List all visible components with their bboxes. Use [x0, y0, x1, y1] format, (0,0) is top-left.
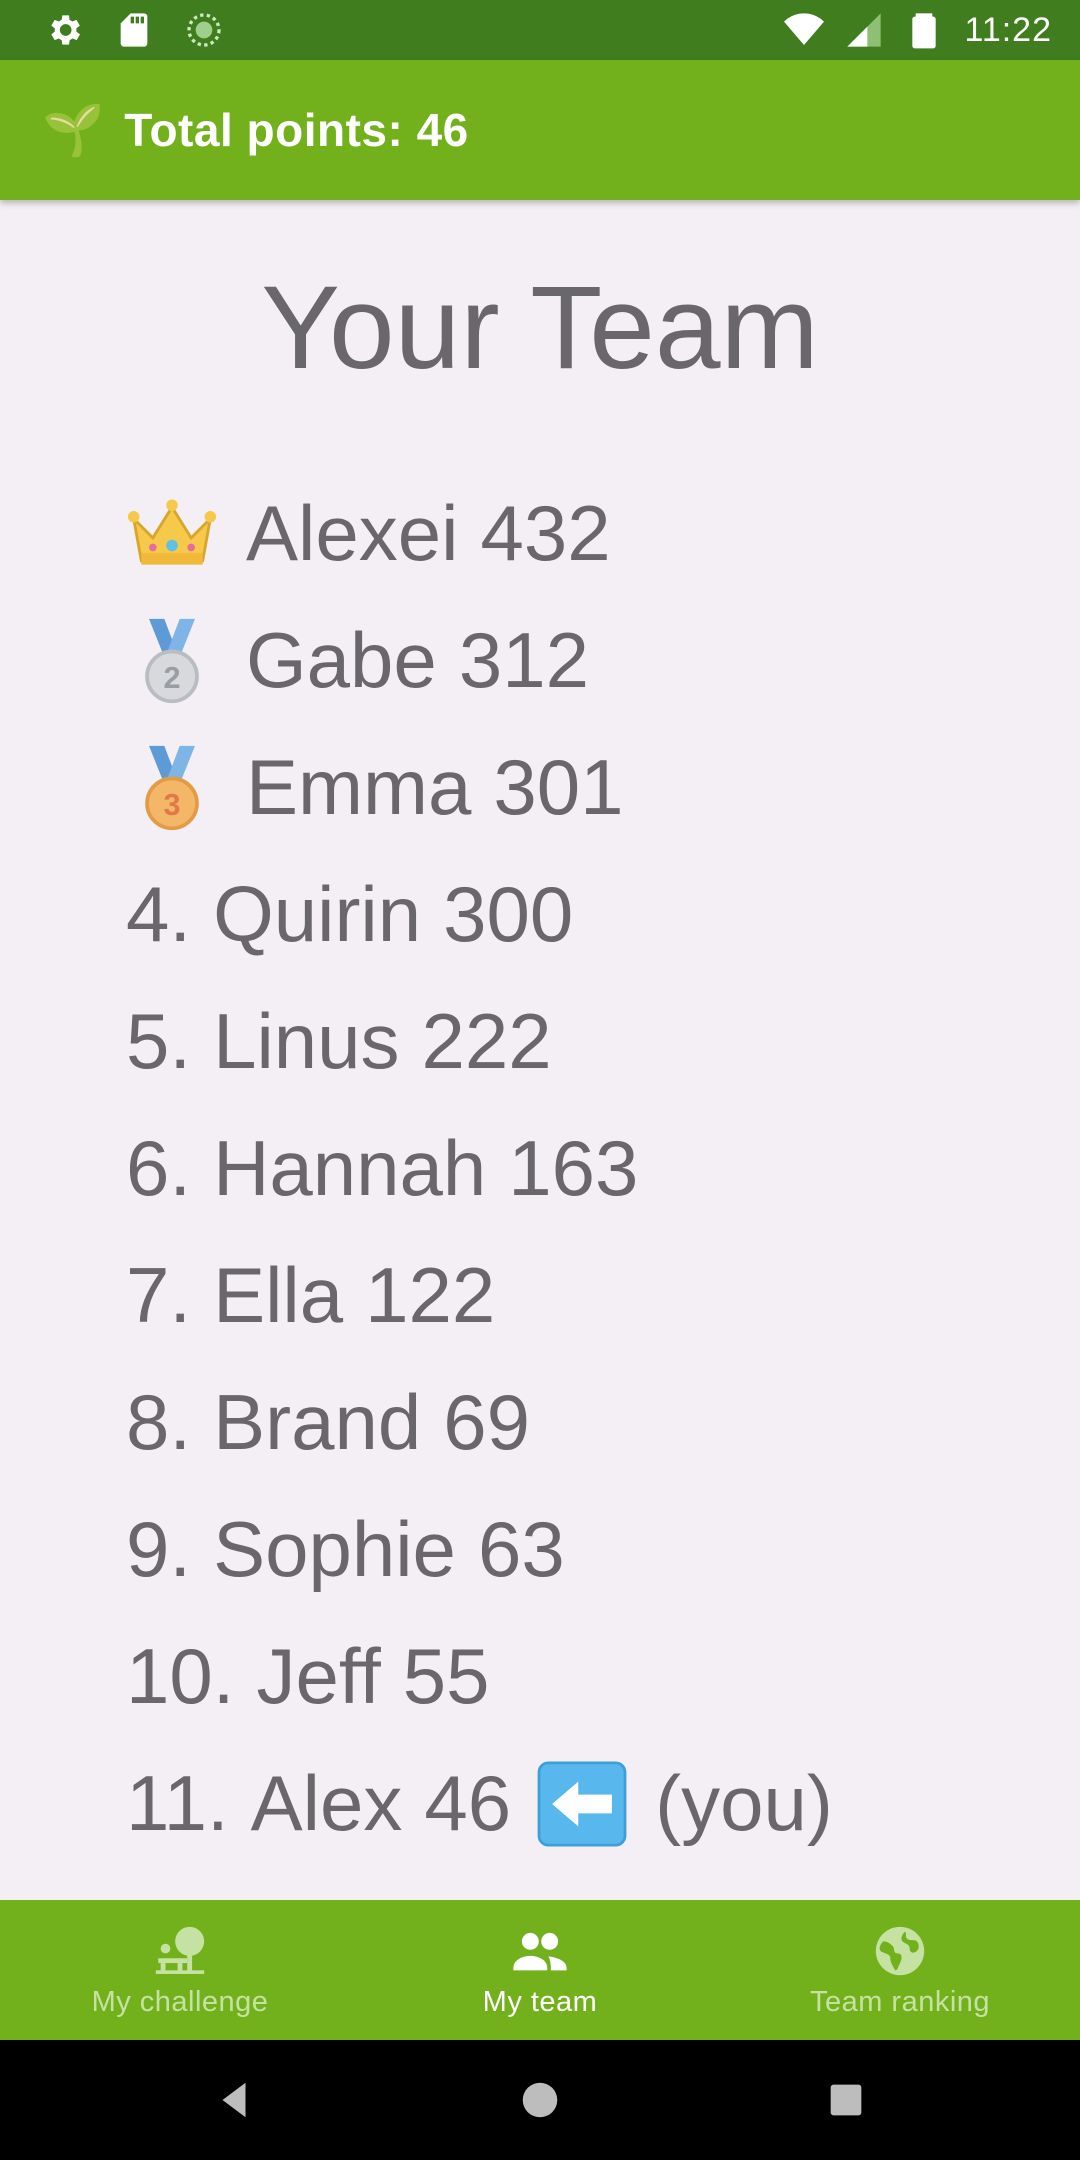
bottom-navigation: My challenge My team Team ranking	[0, 1900, 1080, 2040]
member-points: 122	[365, 1251, 496, 1339]
nav-team-ranking[interactable]: Team ranking	[720, 1900, 1080, 2040]
leaderboard-row-4: 4. Quirin 300	[126, 851, 833, 978]
leaderboard-row-6: 6. Hannah 163	[126, 1105, 833, 1232]
leaderboard-row-1: Alexei 432	[126, 470, 833, 597]
member-points: 46	[424, 1759, 512, 1847]
wifi-icon	[784, 13, 825, 45]
member-rank: 7.	[126, 1251, 192, 1339]
leaderboard-row-7: 7. Ella 122	[126, 1232, 833, 1359]
leaderboard-row-10: 10. Jeff 55	[126, 1613, 833, 1740]
member-rank: 10.	[126, 1632, 235, 1720]
member-name: Jeff	[256, 1632, 381, 1720]
svg-text:3: 3	[163, 787, 180, 821]
left-arrow-icon	[537, 1760, 627, 1847]
status-right: 11:22	[784, 10, 1052, 50]
member-name: Brand	[213, 1378, 422, 1466]
member-rank: 9.	[126, 1505, 192, 1593]
member-points: 301	[493, 743, 624, 831]
cell-signal-icon	[847, 13, 882, 47]
member-points: 163	[508, 1124, 639, 1212]
page-title: Your Team	[261, 262, 819, 394]
member-rank: 4.	[126, 870, 192, 958]
member-name: Ella	[213, 1251, 344, 1339]
system-navigation-bar	[0, 2040, 1080, 2160]
leaderboard-row-2: 2 Gabe 312	[126, 597, 833, 724]
member-name: Gabe	[246, 616, 437, 704]
member-name: Emma	[246, 743, 472, 831]
seedling-icon: 🌱	[42, 101, 105, 159]
member-points: 432	[480, 489, 611, 577]
svg-text:2: 2	[163, 660, 180, 694]
nav-my-team[interactable]: My team	[360, 1900, 720, 2040]
leaderboard-row-9: 9. Sophie 63	[126, 1486, 833, 1613]
status-left	[44, 10, 224, 50]
member-points: 222	[421, 997, 552, 1085]
member-rank: 11.	[126, 1759, 229, 1847]
globe-icon	[875, 1926, 925, 1975]
recents-icon[interactable]	[823, 2077, 869, 2123]
status-bar: 11:22	[0, 0, 1080, 60]
sd-card-icon	[120, 13, 148, 47]
sync-icon	[187, 13, 221, 47]
you-label: (you)	[655, 1759, 833, 1847]
gear-icon	[51, 15, 80, 45]
member-points: 69	[443, 1378, 530, 1466]
member-points: 312	[458, 616, 589, 704]
member-points: 300	[443, 870, 574, 958]
app-bar: 🌱 Total points: 46	[0, 60, 1080, 200]
tree-bench-icon	[155, 1926, 205, 1974]
nav-label: My team	[482, 1985, 598, 2018]
team-leaderboard: Alexei 432 2 Gabe 312 3 Emma 301 4. Quir…	[126, 470, 833, 1867]
leaderboard-row-3: 3 Emma 301	[126, 724, 833, 851]
member-rank: 8.	[126, 1378, 192, 1466]
home-icon[interactable]	[517, 2077, 563, 2123]
member-name: Hannah	[213, 1124, 487, 1212]
member-name: Linus	[213, 997, 400, 1085]
member-name: Quirin	[213, 870, 422, 958]
member-rank: 5.	[126, 997, 192, 1085]
main-content: Your Team Alexei 432 2 Gabe 312 3 Emma 3…	[0, 200, 1080, 1900]
battery-icon	[912, 13, 937, 49]
back-icon[interactable]	[211, 2077, 257, 2123]
leaderboard-row-8: 8. Brand 69	[126, 1359, 833, 1486]
member-points: 55	[402, 1632, 490, 1720]
status-time: 11:22	[964, 10, 1052, 49]
member-rank: 6.	[126, 1124, 192, 1212]
member-name: Alex	[250, 1759, 403, 1847]
silver-medal-icon: 2	[145, 618, 199, 703]
nav-my-challenge[interactable]: My challenge	[0, 1900, 360, 2040]
member-points: 63	[477, 1505, 565, 1593]
crown-icon	[127, 499, 217, 565]
bronze-medal-icon: 3	[145, 745, 199, 830]
nav-label: My challenge	[91, 1985, 269, 2018]
leaderboard-row-5: 5. Linus 222	[126, 978, 833, 1105]
people-icon	[513, 1932, 567, 1970]
leaderboard-row-11-you: 11. Alex 46 (you)	[126, 1740, 833, 1867]
total-points-title: Total points: 46	[124, 104, 469, 156]
nav-label: Team ranking	[809, 1985, 991, 2018]
member-name: Alexei	[246, 489, 459, 577]
member-name: Sophie	[213, 1505, 456, 1593]
